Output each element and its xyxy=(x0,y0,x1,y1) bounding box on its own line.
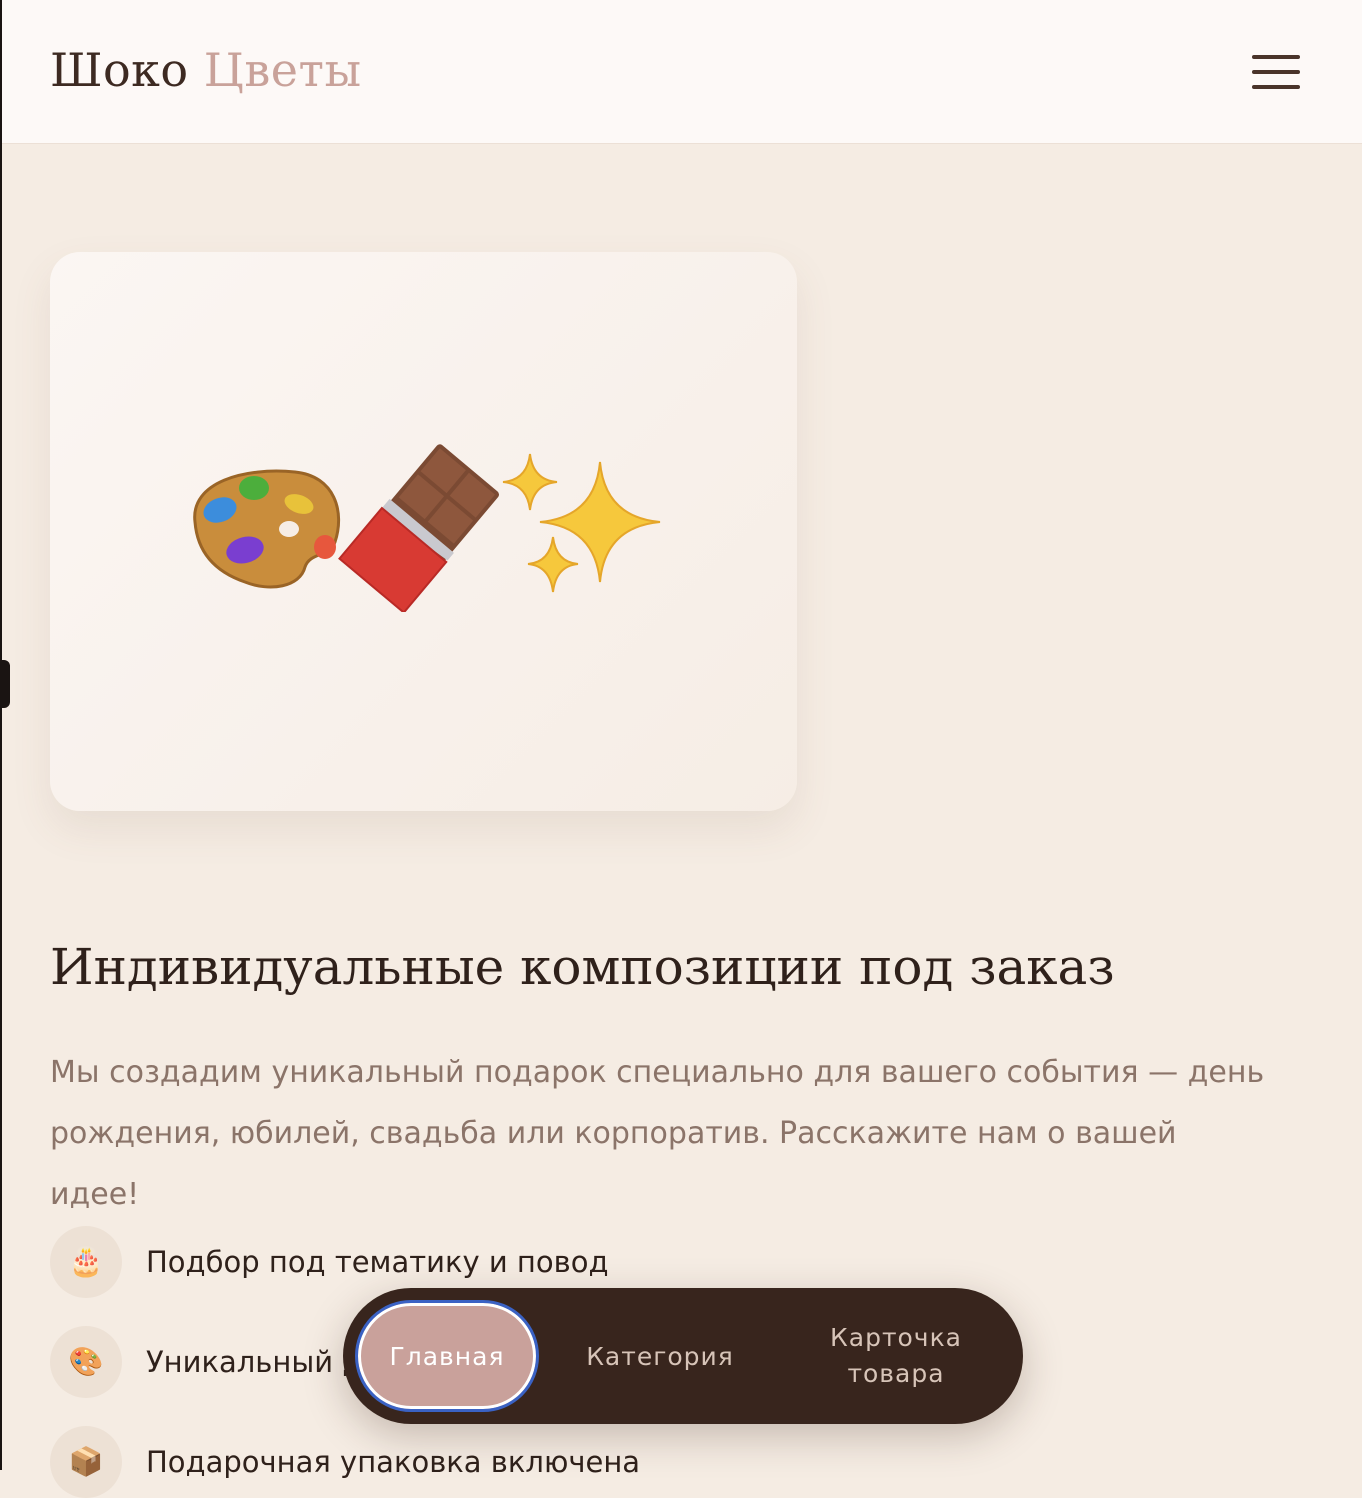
section-description: Мы создадим уникальный подарок специальн… xyxy=(50,1055,1265,1212)
chocolate-bar-icon xyxy=(338,444,500,612)
site-logo[interactable]: Шоко Цветы xyxy=(50,40,362,100)
palette-icon xyxy=(193,469,341,589)
site-header: Шоко Цветы xyxy=(2,0,1362,144)
logo-accent-text: Цветы xyxy=(203,43,362,97)
nav-category-button[interactable]: Категория xyxy=(563,1288,757,1424)
hamburger-line xyxy=(1252,85,1300,89)
nav-home-button[interactable]: Главная xyxy=(355,1300,539,1412)
nav-product-label-line2: товара xyxy=(847,1359,945,1388)
section-title: Индивидуальные композиции под заказ xyxy=(50,938,1115,996)
hamburger-line xyxy=(1252,70,1300,74)
feature-label: Подарочная упаковка включена xyxy=(146,1445,641,1479)
hamburger-menu-icon[interactable] xyxy=(1252,55,1300,89)
feature-label: Подбор под тематику и повод xyxy=(146,1245,609,1279)
sparkles-icon xyxy=(502,453,661,593)
hero-card xyxy=(50,252,797,811)
logo-main-text: Шоко xyxy=(50,43,189,97)
nav-product-card-button[interactable]: Карточка товара xyxy=(791,1288,1001,1424)
feature-item: 📦 Подарочная упаковка включена xyxy=(50,1426,950,1498)
palette-icon: 🎨 xyxy=(50,1326,122,1398)
package-icon: 📦 xyxy=(50,1426,122,1498)
side-drag-handle[interactable] xyxy=(0,660,10,708)
bottom-navigation: Главная Категория Карточка товара xyxy=(343,1288,1023,1424)
nav-product-label-line1: Карточка xyxy=(830,1323,962,1352)
feature-label: Уникальный д xyxy=(146,1345,363,1379)
hamburger-line xyxy=(1252,55,1300,59)
window-edge xyxy=(0,0,2,1470)
birthday-cake-icon: 🎂 xyxy=(50,1226,122,1298)
